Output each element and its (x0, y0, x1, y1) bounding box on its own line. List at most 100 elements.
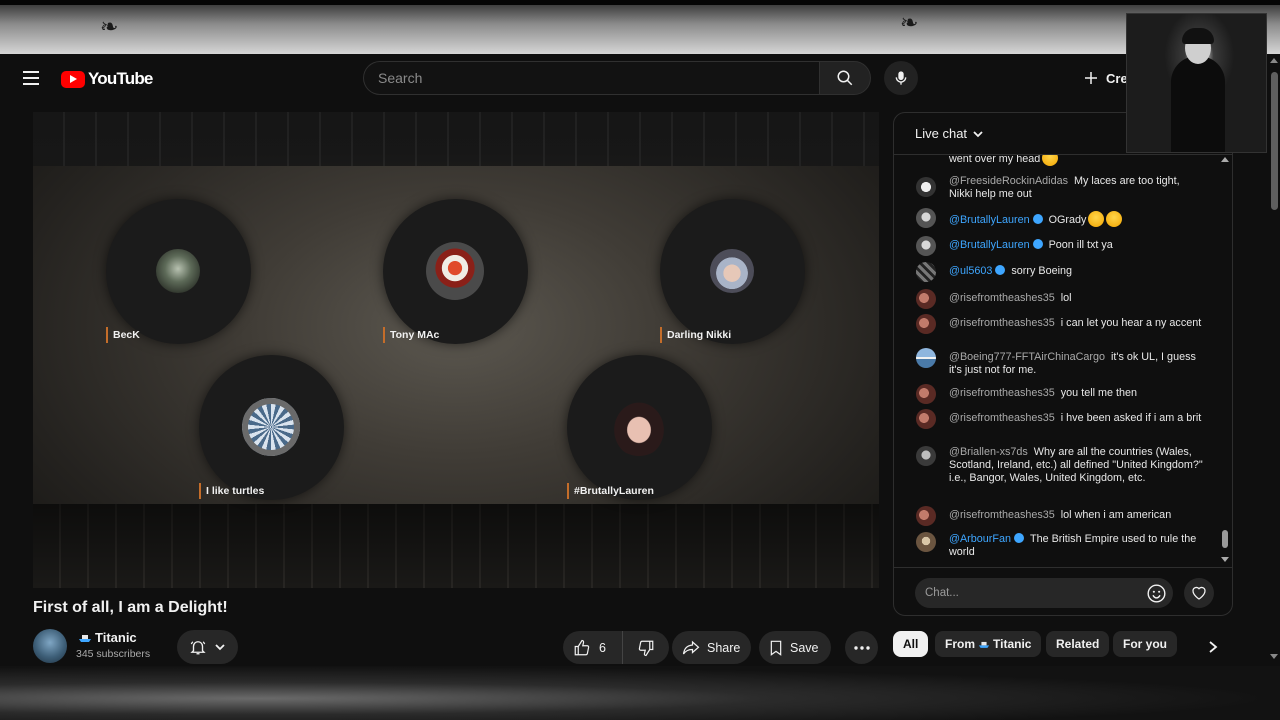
participant-name: I like turtles (199, 483, 264, 499)
notifications-button[interactable] (177, 630, 238, 664)
video-player[interactable]: BecK Tony MAc Darling Nikki I like turtl… (33, 112, 879, 588)
chip-label: From (945, 637, 975, 651)
scroll-up-icon[interactable] (1221, 157, 1229, 162)
share-label: Share (707, 640, 741, 655)
page-scrollbar[interactable] (1268, 54, 1280, 666)
chat-author[interactable]: @risefromtheashes35 (949, 412, 1055, 424)
chat-author-name: @BrutallyLauren (949, 214, 1030, 226)
chat-author[interactable]: @Briallen-xs7ds (949, 446, 1028, 458)
participant-tile[interactable] (199, 355, 344, 500)
chat-author[interactable]: @FreesideRockinAdidas (949, 175, 1068, 187)
chat-message-body: @risefromtheashes35 i can let you hear a … (949, 317, 1204, 330)
chip-label: Related (1056, 637, 1100, 651)
chip-label: For you (1123, 637, 1167, 651)
subscriber-count: 345 subscribers (76, 648, 151, 660)
chat-input[interactable] (915, 578, 1173, 608)
share-button[interactable]: Share (672, 631, 751, 664)
verified-icon (1032, 214, 1043, 224)
chat-avatar (916, 384, 936, 404)
page-scrollbar-thumb[interactable] (1271, 72, 1278, 210)
participant-avatar (242, 398, 300, 456)
chat-message-text: you tell me then (1060, 387, 1138, 399)
chat-message-body: @ArbourFan The British Empire used to rul… (949, 533, 1204, 559)
chat-message-body: @BrutallyLauren Poon ill txt ya (949, 239, 1204, 252)
more-icon (853, 645, 870, 650)
participant-tile[interactable] (567, 355, 712, 500)
voice-search-button[interactable] (884, 61, 918, 95)
chat-avatar (916, 208, 936, 228)
channel-avatar[interactable] (33, 629, 67, 663)
menu-button[interactable] (18, 66, 44, 90)
participant-tile[interactable] (106, 199, 251, 344)
chevron-down-icon (973, 130, 983, 137)
channel-name[interactable]: Titanic (78, 630, 137, 645)
chat-author[interactable]: @Boeing777-FFTAirChinaCargo (949, 351, 1105, 363)
participant-name: #BrutallyLauren (567, 483, 654, 499)
chat-author[interactable]: @ul5603 (949, 265, 1006, 277)
rofl-emoji-icon (1106, 211, 1123, 227)
chevron-down-icon (215, 644, 225, 651)
chat-author[interactable]: @BrutallyLauren (949, 214, 1043, 226)
plus-icon (1085, 72, 1097, 84)
chat-avatar (916, 262, 936, 282)
participant-avatar (710, 249, 754, 293)
chat-author[interactable]: @risefromtheashes35 (949, 317, 1055, 329)
menu-icon-line (23, 83, 39, 85)
chat-author[interactable]: @ArbourFan (949, 533, 1024, 545)
share-icon (682, 640, 700, 654)
chat-message-body: @ul5603 sorry Boeing (949, 265, 1204, 278)
chevron-right-icon (1209, 641, 1218, 653)
chat-author[interactable]: @BrutallyLauren (949, 239, 1043, 251)
channel-name-text: Titanic (95, 630, 137, 645)
thinking-emoji-icon (1042, 155, 1059, 166)
search-input[interactable] (363, 61, 819, 95)
chat-scrollbar-thumb[interactable] (1222, 530, 1228, 548)
chat-message-body: @risefromtheashes35 i hve been asked if i… (949, 412, 1204, 425)
like-count: 6 (599, 640, 606, 655)
chip-for-you[interactable]: For you (1113, 631, 1177, 657)
chat-message-body: @Briallen-xs7ds Why are all the countries… (949, 446, 1204, 485)
emoji-icon[interactable] (1146, 583, 1167, 604)
chat-message-body: @BrutallyLauren OGrady (949, 211, 1204, 227)
like-button[interactable]: 6 (563, 631, 623, 664)
chat-message-body: @risefromtheashes35 lol when i am america… (949, 509, 1204, 522)
chip-all[interactable]: All (893, 631, 929, 657)
masthead: YouTube Create (0, 54, 1280, 102)
chat-avatar (916, 177, 936, 197)
chat-message-body: @risefromtheashes35 lol (949, 292, 1204, 305)
chip-related[interactable]: Related (1046, 631, 1110, 657)
chat-message-list[interactable]: went over my head @FreesideRockinAdidas M… (894, 155, 1232, 567)
participant-tile[interactable] (383, 199, 528, 344)
backdrop-bottom (0, 666, 1280, 720)
dislike-button[interactable] (623, 631, 669, 664)
verified-icon (995, 265, 1006, 275)
chat-author[interactable]: @risefromtheashes35 (949, 292, 1055, 304)
chat-avatar (916, 446, 936, 466)
scroll-down-icon[interactable] (1270, 654, 1278, 659)
chat-author[interactable]: @risefromtheashes35 (949, 509, 1055, 521)
more-actions-button[interactable] (845, 631, 878, 664)
chat-message-text: lol (1060, 292, 1072, 304)
chip-from-channel[interactable]: From Titanic (935, 631, 1042, 657)
chat-message-text: i hve been asked if i am a brit (1060, 412, 1202, 424)
dislike-icon (638, 640, 654, 656)
menu-icon-line (23, 77, 39, 79)
youtube-logo-icon (61, 70, 85, 88)
heart-reaction-button[interactable] (1184, 578, 1214, 608)
chips-next-button[interactable] (1200, 634, 1226, 660)
scroll-up-icon[interactable] (1270, 58, 1278, 63)
scroll-down-icon[interactable] (1221, 557, 1229, 562)
chat-author[interactable]: @risefromtheashes35 (949, 387, 1055, 399)
save-icon (770, 640, 782, 656)
ship-icon (79, 634, 91, 642)
participant-tile[interactable] (660, 199, 805, 344)
chat-header-title: Live chat (915, 126, 968, 141)
participant-name: Tony MAc (383, 327, 439, 343)
webcam-hair (1182, 28, 1214, 44)
chat-scrollbar[interactable] (1221, 155, 1229, 567)
chat-message-text: OGrady (1048, 214, 1087, 226)
youtube-logo[interactable]: YouTube (61, 69, 153, 89)
search-button[interactable] (819, 61, 871, 95)
save-button[interactable]: Save (759, 631, 831, 664)
chat-author-name: @BrutallyLauren (949, 239, 1030, 251)
